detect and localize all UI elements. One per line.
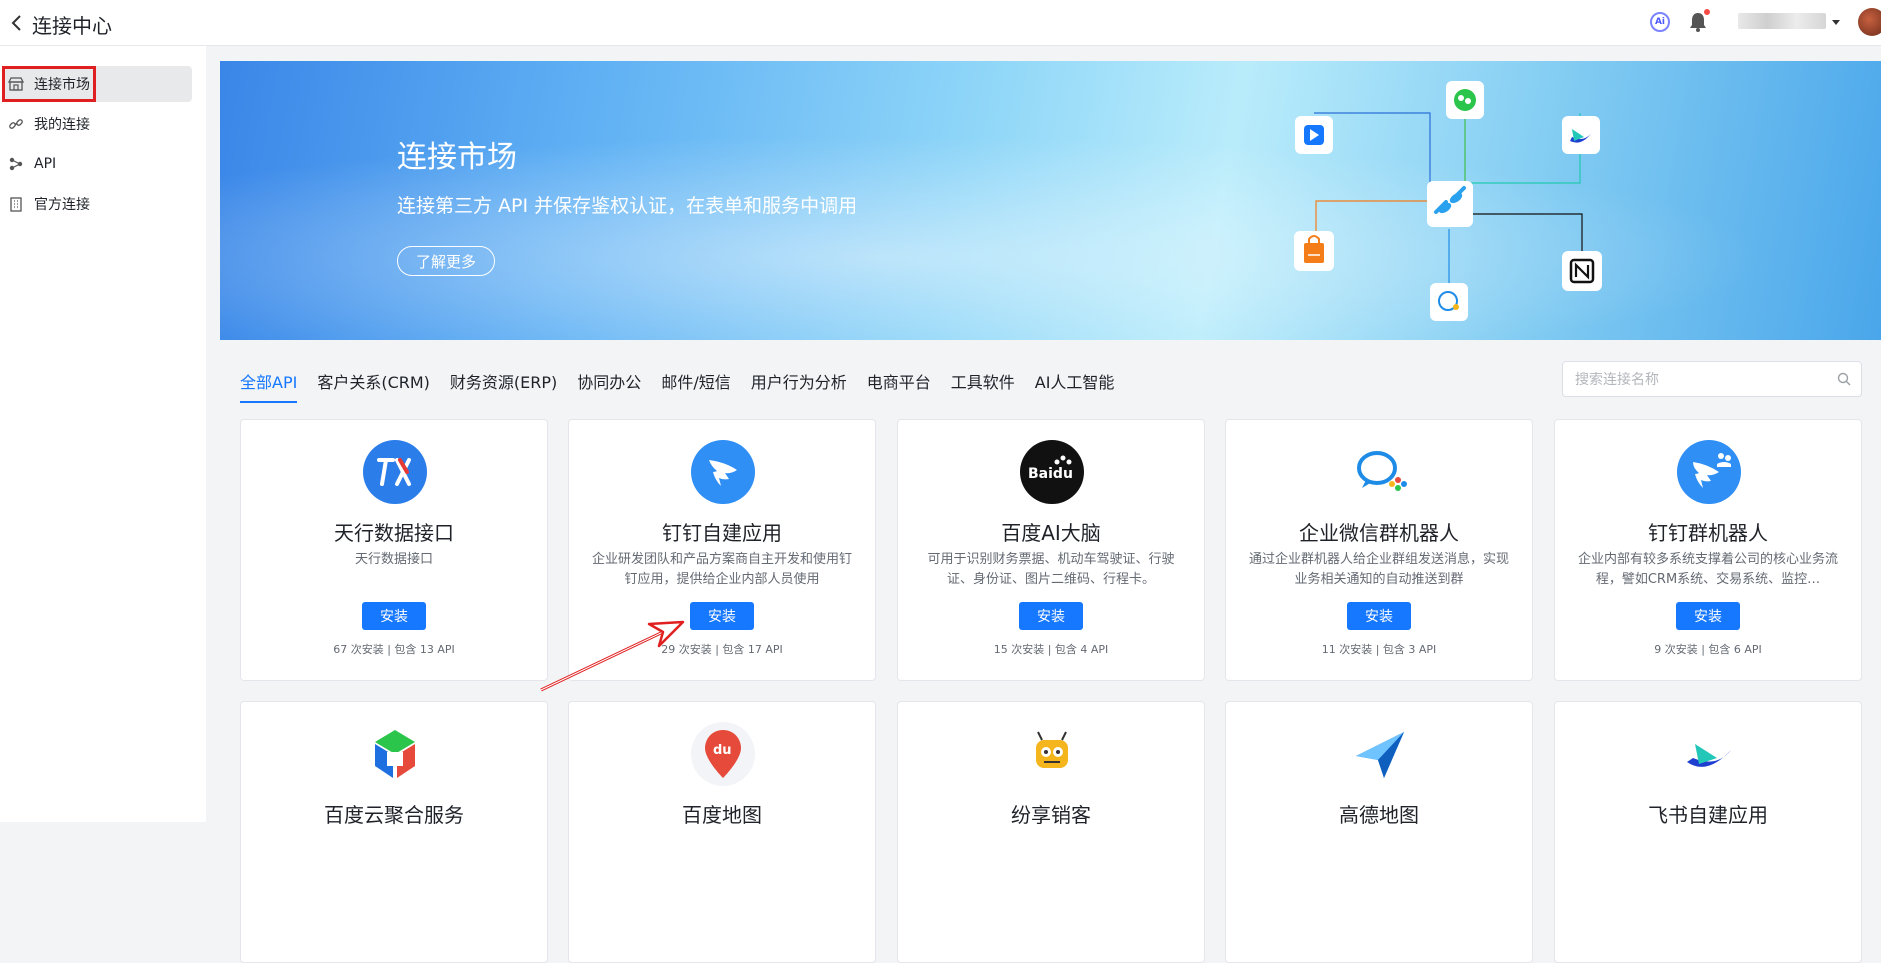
connector-card-tianxing[interactable]: 天行数据接口 天行数据接口 安装 67 次安装 | 包含 13 API bbox=[240, 419, 548, 681]
connector-card-baidu-ai[interactable]: Baidu 百度AI大脑 可用于识别财务票据、机动车驾驶证、行驶证、身份证、图片… bbox=[897, 419, 1205, 681]
dingtalk-logo-icon bbox=[691, 440, 755, 504]
sidebar-item-official-connections[interactable]: 官方连接 bbox=[4, 186, 192, 222]
sidebar-item-label: 官方连接 bbox=[34, 197, 90, 213]
card-title: 百度地图 bbox=[682, 803, 762, 827]
card-install-stats: 15 次安装 | 包含 4 API bbox=[993, 643, 1109, 656]
main-content: 连接市场 连接第三方 API 并保存鉴权认证，在表单和服务中调用 了解更多 全部… bbox=[220, 61, 1881, 963]
card-title: 百度云聚合服务 bbox=[324, 803, 464, 827]
card-title: 企业微信群机器人 bbox=[1299, 521, 1459, 545]
connector-card-baidu-map[interactable]: du 百度地图 bbox=[568, 701, 876, 963]
notification-badge bbox=[1704, 9, 1710, 15]
search-box bbox=[1562, 361, 1862, 398]
card-title: 天行数据接口 bbox=[334, 521, 454, 545]
banner-subtitle: 连接第三方 API 并保存鉴权认证，在表单和服务中调用 bbox=[397, 195, 858, 217]
card-install-stats: 11 次安装 | 包含 3 API bbox=[1321, 643, 1437, 656]
notion-node-icon bbox=[1562, 251, 1602, 291]
api-nodes-icon bbox=[9, 157, 23, 171]
baidu-logo-text: Baidu bbox=[1028, 466, 1073, 482]
building-icon bbox=[10, 197, 22, 212]
tab-erp[interactable]: 财务资源(ERP) bbox=[450, 369, 557, 397]
connector-card-baidu-cloud[interactable]: 百度云聚合服务 bbox=[240, 701, 548, 963]
hero-banner: 连接市场 连接第三方 API 并保存鉴权认证，在表单和服务中调用 了解更多 bbox=[220, 61, 1881, 340]
card-title: 纷享销客 bbox=[1011, 803, 1091, 827]
learn-more-button[interactable]: 了解更多 bbox=[397, 246, 495, 276]
baidu-cloud-logo-icon bbox=[363, 722, 427, 786]
sidebar-item-my-connections[interactable]: 我的连接 bbox=[4, 106, 192, 142]
tab-all-api[interactable]: 全部API bbox=[240, 369, 298, 403]
sidebar: 连接市场 我的连接 API 官方连接 bbox=[0, 46, 206, 822]
sidebar-item-label: API bbox=[34, 156, 57, 172]
connector-card-feishu-app[interactable]: 飞书自建应用 bbox=[1554, 701, 1862, 963]
card-title: 钉钉自建应用 bbox=[662, 521, 782, 545]
category-tabs: 全部API 客户关系(CRM) 财务资源(ERP) 协同办公 邮件/短信 用户行… bbox=[240, 369, 1134, 403]
tab-crm[interactable]: 客户关系(CRM) bbox=[317, 369, 430, 397]
link-icon bbox=[9, 119, 23, 129]
card-install-stats: 29 次安装 | 包含 17 API bbox=[661, 643, 783, 656]
install-button[interactable]: 安装 bbox=[1347, 602, 1411, 630]
ai-assistant-icon[interactable]: Ai bbox=[1650, 12, 1670, 32]
tab-ecommerce[interactable]: 电商平台 bbox=[867, 369, 931, 397]
card-description: 可用于识别财务票据、机动车驾驶证、行驶证、身份证、图片二维码、行程卡。 bbox=[927, 552, 1175, 587]
card-description: 通过企业群机器人给企业群组发送消息，实现业务相关通知的自动推送到群 bbox=[1248, 552, 1509, 587]
baidu-map-logo-text: du bbox=[713, 743, 732, 758]
card-description: 企业内部有较多系统支撑着公司的核心业务流程，譬如CRM系统、交易系统、监控… bbox=[1577, 552, 1838, 587]
connector-card-amap[interactable]: 高德地图 bbox=[1225, 701, 1533, 963]
connector-card-dingtalk-app[interactable]: 钉钉自建应用 企业研发团队和产品方案商自主开发和使用钉钉应用，提供给企业内部人员… bbox=[568, 419, 876, 681]
install-button[interactable]: 安装 bbox=[690, 602, 754, 630]
sidebar-item-connection-market[interactable]: 连接市场 bbox=[4, 66, 192, 102]
connector-hub-node-icon bbox=[1427, 181, 1473, 227]
card-description: 天行数据接口 bbox=[354, 552, 433, 567]
banner-title: 连接市场 bbox=[397, 140, 517, 175]
connector-card-wecom-bot[interactable]: 企业微信群机器人 通过企业群机器人给企业群组发送消息，实现业务相关通知的自动推送… bbox=[1225, 419, 1533, 681]
card-title: 百度AI大脑 bbox=[1001, 521, 1101, 545]
store-icon bbox=[8, 77, 24, 91]
user-name-redacted[interactable] bbox=[1738, 13, 1826, 29]
baidu-map-logo-icon: du bbox=[691, 722, 755, 786]
wecom-bot-logo-icon bbox=[1348, 440, 1412, 504]
install-button[interactable]: 安装 bbox=[1676, 602, 1740, 630]
tab-collaboration[interactable]: 协同办公 bbox=[577, 369, 641, 397]
card-description: 企业研发团队和产品方案商自主开发和使用钉钉应用，提供给企业内部人员使用 bbox=[591, 552, 852, 587]
search-input[interactable] bbox=[1563, 362, 1837, 398]
app-title: 连接中心 bbox=[32, 14, 112, 38]
tab-email-sms[interactable]: 邮件/短信 bbox=[661, 369, 730, 397]
card-title: 高德地图 bbox=[1339, 803, 1419, 827]
back-chevron-icon[interactable] bbox=[8, 14, 26, 32]
feishu-docs-node-icon bbox=[1295, 116, 1333, 154]
sidebar-item-label: 连接市场 bbox=[34, 77, 90, 93]
install-button[interactable]: 安装 bbox=[362, 602, 426, 630]
chat-bubble-node-icon bbox=[1430, 283, 1468, 321]
baidu-ai-logo-icon: Baidu bbox=[1020, 440, 1084, 504]
search-icon[interactable] bbox=[1837, 372, 1851, 386]
integration-network-illustration bbox=[1294, 81, 1602, 321]
user-menu-caret-icon[interactable] bbox=[1832, 20, 1840, 25]
shopping-bag-node-icon bbox=[1294, 231, 1334, 271]
user-avatar[interactable] bbox=[1858, 8, 1881, 36]
sidebar-item-api[interactable]: API bbox=[4, 146, 192, 182]
wechat-node-icon bbox=[1446, 81, 1484, 119]
connector-card-fxiaoke[interactable]: 纷享销客 bbox=[897, 701, 1205, 963]
fxiaoke-logo-icon bbox=[1020, 722, 1084, 786]
top-bar: 连接中心 Ai bbox=[0, 0, 1881, 46]
connector-card-dingtalk-bot[interactable]: 钉钉群机器人 企业内部有较多系统支撑着公司的核心业务流程，譬如CRM系统、交易系… bbox=[1554, 419, 1862, 681]
card-title: 飞书自建应用 bbox=[1648, 803, 1768, 827]
feishu-node-icon bbox=[1562, 116, 1600, 154]
tianxing-logo-icon bbox=[363, 440, 427, 504]
tab-tools[interactable]: 工具软件 bbox=[951, 369, 1015, 397]
card-title: 钉钉群机器人 bbox=[1648, 521, 1768, 545]
feishu-logo-icon bbox=[1677, 722, 1741, 786]
install-button[interactable]: 安装 bbox=[1019, 602, 1083, 630]
card-install-stats: 9 次安装 | 包含 6 API bbox=[1654, 643, 1762, 656]
dingtalk-bot-logo-icon bbox=[1677, 440, 1741, 504]
card-install-stats: 67 次安装 | 包含 13 API bbox=[333, 643, 455, 656]
tab-ai[interactable]: AI人工智能 bbox=[1035, 369, 1115, 397]
sidebar-item-label: 我的连接 bbox=[34, 117, 90, 133]
amap-logo-icon bbox=[1348, 722, 1412, 786]
tab-user-analytics[interactable]: 用户行为分析 bbox=[751, 369, 847, 397]
